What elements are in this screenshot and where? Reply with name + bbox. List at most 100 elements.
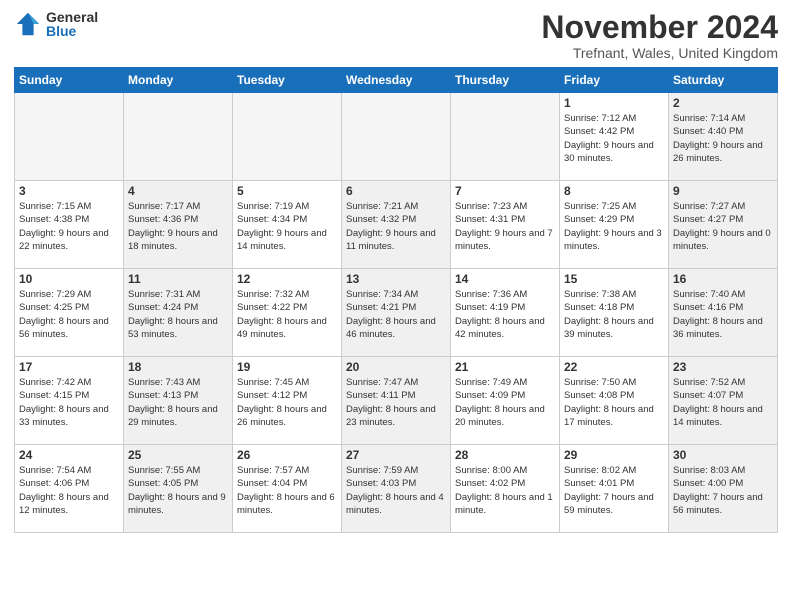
calendar-cell: 16Sunrise: 7:40 AM Sunset: 4:16 PM Dayli… [669, 269, 778, 357]
calendar-cell: 19 Sunrise: 7:45 AM Sunset: 4:12 PM Dayli… [233, 357, 342, 445]
day-number: 26 [237, 448, 337, 462]
day-info: Sunrise: 7:36 AM Sunset: 4:19 PM Dayligh… [455, 288, 555, 341]
calendar-table: Sunday Monday Tuesday Wednesday Thursday… [14, 67, 778, 533]
day-info: Sunrise: 7:45 AM Sunset: 4:12 PM Dayligh… [237, 376, 337, 429]
calendar-cell: 1Sunrise: 7:12 AM Sunset: 4:42 PM Daylig… [560, 93, 669, 181]
calendar-cell: 26 Sunrise: 7:57 AM Sunset: 4:04 PM Dayli… [233, 445, 342, 533]
month-title: November 2024 [541, 10, 778, 45]
day-number: 19 [237, 360, 337, 374]
col-wednesday: Wednesday [342, 68, 451, 93]
calendar-cell: 12Sunrise: 7:32 AM Sunset: 4:22 PM Dayli… [233, 269, 342, 357]
calendar-cell: 27 Sunrise: 7:59 AM Sunset: 4:03 PM Dayli… [342, 445, 451, 533]
calendar-cell [233, 93, 342, 181]
calendar-week-0: 1Sunrise: 7:12 AM Sunset: 4:42 PM Daylig… [15, 93, 778, 181]
day-number: 25 [128, 448, 228, 462]
calendar-cell: 7 Sunrise: 7:23 AM Sunset: 4:31 PM Daylig… [451, 181, 560, 269]
day-number: 10 [19, 272, 119, 286]
calendar-cell: 6 Sunrise: 7:21 AM Sunset: 4:32 PM Daylig… [342, 181, 451, 269]
col-saturday: Saturday [669, 68, 778, 93]
calendar-cell: 30 Sunrise: 8:03 AM Sunset: 4:00 PM Dayli… [669, 445, 778, 533]
calendar-cell: 5Sunrise: 7:19 AM Sunset: 4:34 PM Daylig… [233, 181, 342, 269]
calendar-cell: 18Sunrise: 7:43 AM Sunset: 4:13 PM Dayli… [124, 357, 233, 445]
col-friday: Friday [560, 68, 669, 93]
calendar-cell: 17Sunrise: 7:42 AM Sunset: 4:15 PM Dayli… [15, 357, 124, 445]
day-info: Sunrise: 7:54 AM Sunset: 4:06 PM Dayligh… [19, 464, 119, 517]
calendar-cell [124, 93, 233, 181]
day-info: Sunrise: 8:00 AM Sunset: 4:02 PM Dayligh… [455, 464, 555, 517]
day-number: 14 [455, 272, 555, 286]
day-number: 27 [346, 448, 446, 462]
day-info: Sunrise: 7:34 AM Sunset: 4:21 PM Dayligh… [346, 288, 446, 341]
day-number: 24 [19, 448, 119, 462]
calendar-cell: 13Sunrise: 7:34 AM Sunset: 4:21 PM Dayli… [342, 269, 451, 357]
day-info: Sunrise: 7:17 AM Sunset: 4:36 PM Dayligh… [128, 200, 228, 253]
calendar-cell: 10 Sunrise: 7:29 AM Sunset: 4:25 PM Dayli… [15, 269, 124, 357]
day-info: Sunrise: 7:25 AM Sunset: 4:29 PM Dayligh… [564, 200, 664, 253]
day-number: 2 [673, 96, 773, 110]
day-number: 30 [673, 448, 773, 462]
calendar-cell: 24 Sunrise: 7:54 AM Sunset: 4:06 PM Dayli… [15, 445, 124, 533]
calendar-cell: 9Sunrise: 7:27 AM Sunset: 4:27 PM Daylig… [669, 181, 778, 269]
calendar-cell: 20 Sunrise: 7:47 AM Sunset: 4:11 PM Dayli… [342, 357, 451, 445]
col-sunday: Sunday [15, 68, 124, 93]
day-info: Sunrise: 7:21 AM Sunset: 4:32 PM Dayligh… [346, 200, 446, 253]
day-info: Sunrise: 7:47 AM Sunset: 4:11 PM Dayligh… [346, 376, 446, 429]
day-info: Sunrise: 7:27 AM Sunset: 4:27 PM Dayligh… [673, 200, 773, 253]
day-number: 8 [564, 184, 664, 198]
calendar-week-3: 17Sunrise: 7:42 AM Sunset: 4:15 PM Dayli… [15, 357, 778, 445]
calendar-cell: 11 Sunrise: 7:31 AM Sunset: 4:24 PM Dayli… [124, 269, 233, 357]
day-number: 20 [346, 360, 446, 374]
day-info: Sunrise: 7:29 AM Sunset: 4:25 PM Dayligh… [19, 288, 119, 341]
location: Trefnant, Wales, United Kingdom [541, 45, 778, 61]
day-info: Sunrise: 7:50 AM Sunset: 4:08 PM Dayligh… [564, 376, 664, 429]
logo-blue: Blue [46, 24, 98, 38]
calendar-cell: 21Sunrise: 7:49 AM Sunset: 4:09 PM Dayli… [451, 357, 560, 445]
day-number: 11 [128, 272, 228, 286]
day-number: 15 [564, 272, 664, 286]
day-info: Sunrise: 8:03 AM Sunset: 4:00 PM Dayligh… [673, 464, 773, 517]
day-info: Sunrise: 7:23 AM Sunset: 4:31 PM Dayligh… [455, 200, 555, 253]
day-number: 21 [455, 360, 555, 374]
calendar-cell: 2 Sunrise: 7:14 AM Sunset: 4:40 PM Daylig… [669, 93, 778, 181]
day-info: Sunrise: 7:55 AM Sunset: 4:05 PM Dayligh… [128, 464, 228, 517]
day-number: 5 [237, 184, 337, 198]
calendar-cell [342, 93, 451, 181]
day-number: 4 [128, 184, 228, 198]
day-info: Sunrise: 7:14 AM Sunset: 4:40 PM Dayligh… [673, 112, 773, 165]
col-tuesday: Tuesday [233, 68, 342, 93]
day-number: 18 [128, 360, 228, 374]
calendar-cell: 25 Sunrise: 7:55 AM Sunset: 4:05 PM Dayli… [124, 445, 233, 533]
day-number: 12 [237, 272, 337, 286]
day-number: 29 [564, 448, 664, 462]
col-thursday: Thursday [451, 68, 560, 93]
col-monday: Monday [124, 68, 233, 93]
day-info: Sunrise: 8:02 AM Sunset: 4:01 PM Dayligh… [564, 464, 664, 517]
calendar-cell [451, 93, 560, 181]
calendar-week-4: 24 Sunrise: 7:54 AM Sunset: 4:06 PM Dayli… [15, 445, 778, 533]
header: General Blue November 2024 Trefnant, Wal… [14, 10, 778, 61]
logo-general: General [46, 10, 98, 24]
day-number: 16 [673, 272, 773, 286]
logo-icon [14, 10, 42, 38]
calendar-week-2: 10 Sunrise: 7:29 AM Sunset: 4:25 PM Dayli… [15, 269, 778, 357]
calendar-cell: 22 Sunrise: 7:50 AM Sunset: 4:08 PM Dayli… [560, 357, 669, 445]
day-number: 7 [455, 184, 555, 198]
calendar-cell: 23Sunrise: 7:52 AM Sunset: 4:07 PM Dayli… [669, 357, 778, 445]
header-row: Sunday Monday Tuesday Wednesday Thursday… [15, 68, 778, 93]
day-number: 1 [564, 96, 664, 110]
day-info: Sunrise: 7:15 AM Sunset: 4:38 PM Dayligh… [19, 200, 119, 253]
day-info: Sunrise: 7:52 AM Sunset: 4:07 PM Dayligh… [673, 376, 773, 429]
calendar-cell: 4 Sunrise: 7:17 AM Sunset: 4:36 PM Daylig… [124, 181, 233, 269]
day-number: 22 [564, 360, 664, 374]
calendar-cell: 28Sunrise: 8:00 AM Sunset: 4:02 PM Dayli… [451, 445, 560, 533]
day-info: Sunrise: 7:59 AM Sunset: 4:03 PM Dayligh… [346, 464, 446, 517]
day-info: Sunrise: 7:31 AM Sunset: 4:24 PM Dayligh… [128, 288, 228, 341]
logo: General Blue [14, 10, 98, 38]
calendar-cell [15, 93, 124, 181]
calendar-cell: 29 Sunrise: 8:02 AM Sunset: 4:01 PM Dayli… [560, 445, 669, 533]
calendar-cell: 8 Sunrise: 7:25 AM Sunset: 4:29 PM Daylig… [560, 181, 669, 269]
day-number: 6 [346, 184, 446, 198]
day-info: Sunrise: 7:57 AM Sunset: 4:04 PM Dayligh… [237, 464, 337, 517]
calendar-week-1: 3 Sunrise: 7:15 AM Sunset: 4:38 PM Daylig… [15, 181, 778, 269]
day-number: 3 [19, 184, 119, 198]
